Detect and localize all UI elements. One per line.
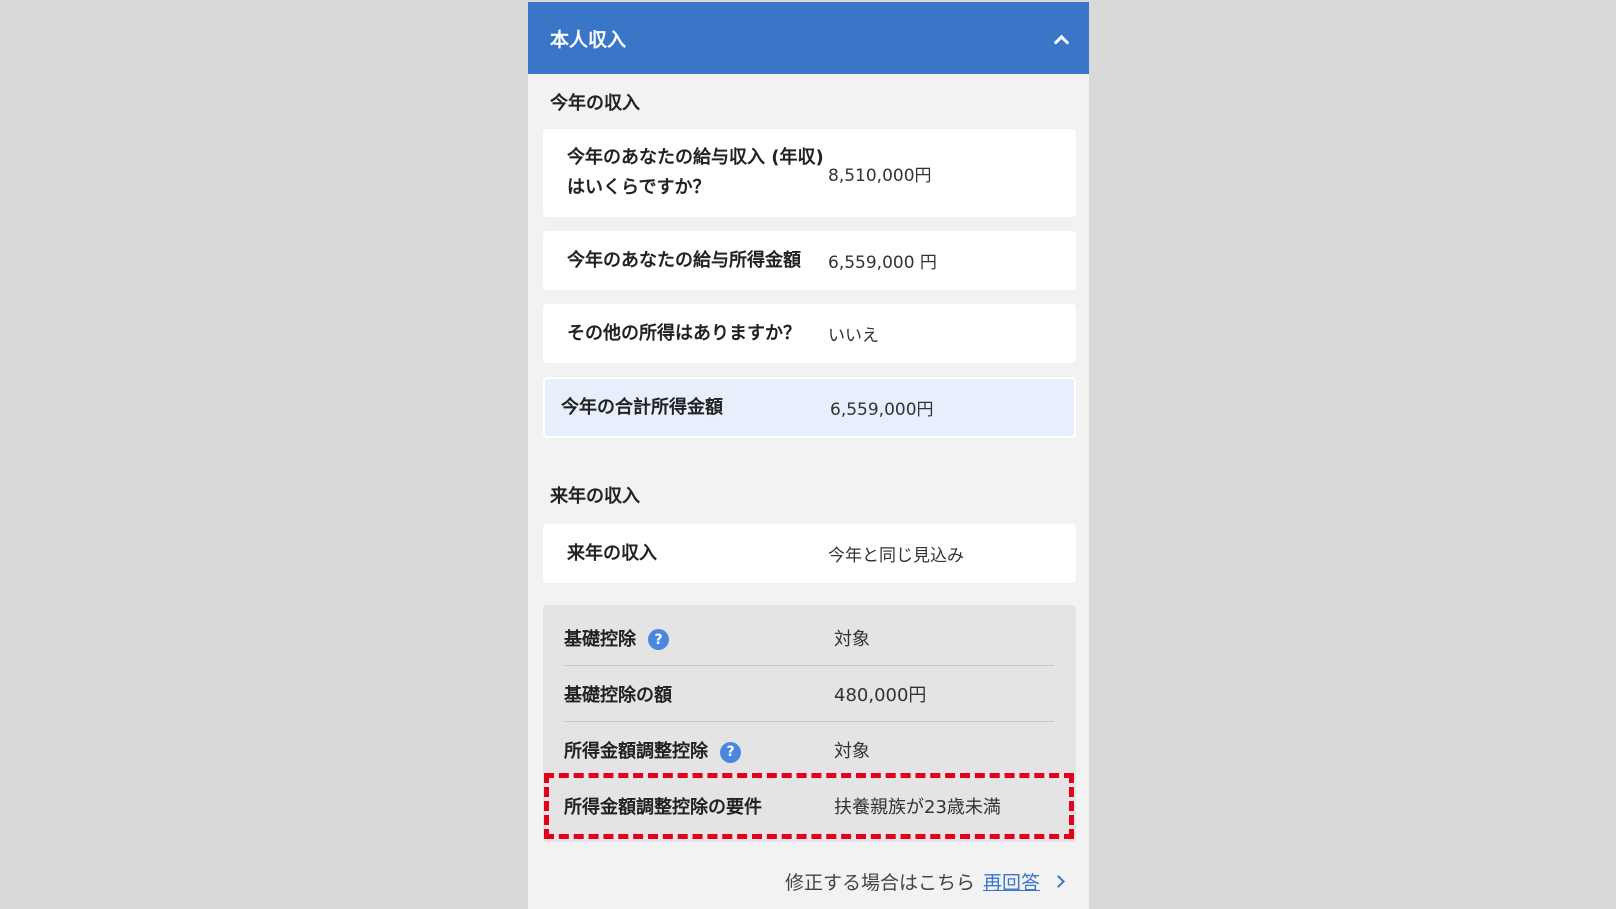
question-label: 今年のあなたの給与収入 (年収) はいくらですか？	[567, 147, 824, 198]
footer-reanswer: 修正する場合はこちら 再回答	[784, 868, 1065, 895]
footer-text: 修正する場合はこちら	[784, 872, 975, 894]
summary-label: 所得金額調整控除	[564, 741, 708, 762]
summary-value: 対象	[834, 741, 870, 762]
row-next-year-income: 来年の収入 今年と同じ見込み	[543, 524, 1076, 583]
help-icon[interactable]: ?	[648, 629, 669, 650]
row-total-income: 今年の合計所得金額 6,559,000円	[543, 377, 1076, 438]
section-title-this-year: 今年の収入	[550, 93, 640, 114]
income-panel: 本人収入 今年の収入 今年のあなたの給与収入 (年収) はいくらですか？ 8,5…	[528, 2, 1089, 909]
row-salary-income: 今年のあなたの給与収入 (年収) はいくらですか？ 8,510,000円	[543, 129, 1076, 217]
answer-value: いいえ	[828, 326, 879, 346]
question-label: 今年のあなたの給与所得金額	[567, 249, 801, 271]
summary-row-income-adjustment: 所得金額調整控除 ? 対象	[564, 722, 1054, 778]
chevron-up-icon[interactable]	[1054, 35, 1067, 48]
row-salary-income-amount: 今年のあなたの給与所得金額 6,559,000 円	[543, 231, 1076, 290]
panel-title: 本人収入	[550, 28, 627, 51]
section-title-next-year: 来年の収入	[550, 486, 640, 507]
summary-label: 基礎控除	[564, 628, 636, 650]
summary-row-basic-deduction-amount: 基礎控除の額 480,000円	[564, 666, 1054, 722]
answer-value: 8,510,000円	[828, 165, 932, 186]
help-icon[interactable]: ?	[720, 741, 741, 763]
summary-value: 480,000円	[834, 684, 927, 706]
total-value: 6,559,000円	[830, 400, 934, 420]
summary-label: 基礎控除の額	[564, 684, 672, 706]
question-label: 来年の収入	[567, 542, 657, 564]
row-other-income: その他の所得はありますか？ いいえ	[543, 304, 1076, 363]
highlight-box	[544, 773, 1074, 839]
summary-value: 対象	[834, 628, 870, 650]
answer-value: 今年と同じ見込み	[828, 546, 964, 566]
answer-value: 6,559,000 円	[828, 253, 937, 273]
reanswer-link[interactable]: 再回答	[983, 868, 1040, 895]
question-label: その他の所得はありますか？	[567, 322, 801, 344]
panel-header[interactable]: 本人収入	[528, 2, 1089, 74]
chevron-right-icon[interactable]	[1052, 875, 1065, 888]
total-label: 今年の合計所得金額	[561, 396, 723, 418]
summary-row-basic-deduction: 基礎控除 ? 対象	[564, 610, 1054, 666]
